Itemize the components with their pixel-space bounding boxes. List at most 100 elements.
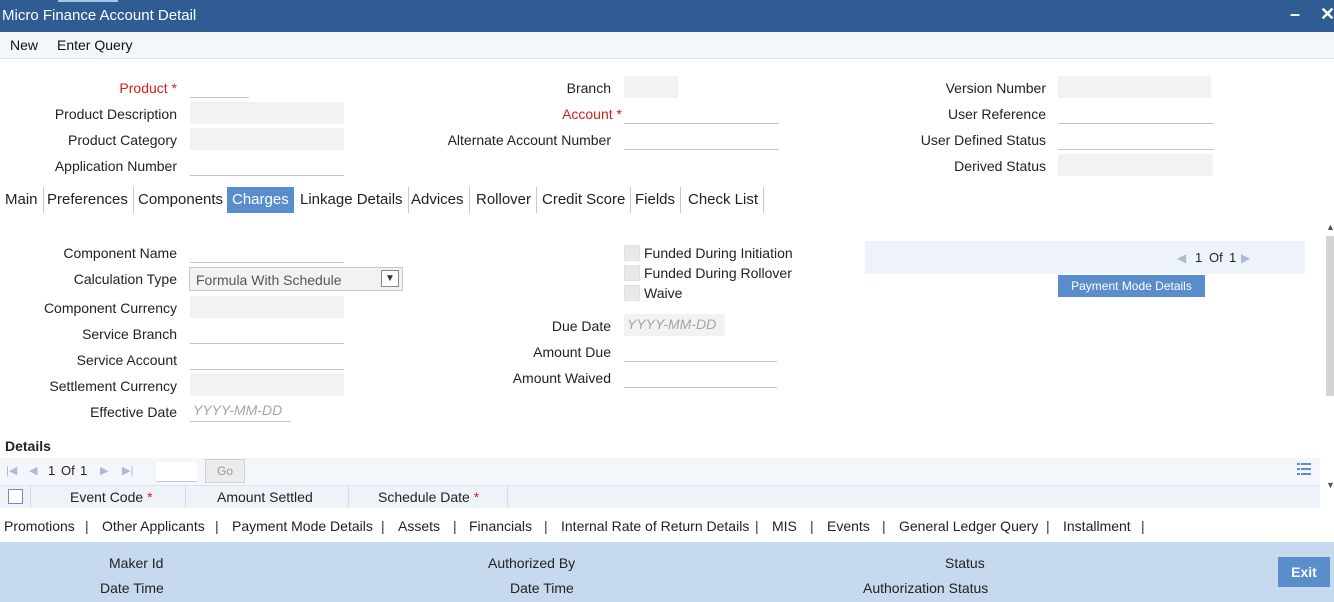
tab-fields[interactable]: Fields	[630, 187, 682, 213]
minimize-icon[interactable]: –	[1290, 4, 1300, 25]
tab-linkage-details[interactable]: Linkage Details	[295, 187, 409, 213]
grid-next-page-icon[interactable]: ▶	[100, 464, 108, 477]
first-page-icon[interactable]: |◀	[6, 464, 17, 477]
component-name-field[interactable]	[190, 241, 344, 263]
due-date-label: Due Date	[551, 318, 611, 334]
details-page-of: Of	[61, 463, 75, 478]
product-label: Product *	[119, 80, 177, 96]
product-description-field	[190, 102, 344, 124]
column-settings-icon[interactable]	[1297, 462, 1311, 476]
charges-page-of: Of	[1209, 250, 1223, 265]
close-icon[interactable]: ✕	[1320, 4, 1334, 25]
tab-preferences[interactable]: Preferences	[42, 187, 134, 213]
funded-rollover-checkbox[interactable]	[624, 265, 640, 281]
menu-new[interactable]: New	[10, 37, 38, 53]
details-page-current: 1	[48, 463, 56, 478]
component-currency-label: Component Currency	[43, 300, 177, 316]
waive-checkbox[interactable]	[624, 285, 640, 301]
link-separator: |	[381, 518, 385, 534]
scrollbar-thumb[interactable]	[1326, 236, 1334, 396]
user-defined-status-field[interactable]	[1058, 128, 1214, 150]
next-page-icon[interactable]: ▶	[1241, 251, 1250, 265]
link-payment-mode-details[interactable]: Payment Mode Details	[232, 518, 373, 534]
tab-credit-score[interactable]: Credit Score	[537, 187, 632, 213]
product-category-label: Product Category	[68, 132, 177, 148]
vertical-scrollbar[interactable]: ▲ ▼	[1326, 222, 1334, 512]
column-event-code[interactable]: Event Code *	[70, 489, 153, 505]
previous-page-icon[interactable]: ◀	[1177, 251, 1186, 265]
link-general-ledger-query[interactable]: General Ledger Query	[899, 518, 1038, 534]
details-page-total: 1	[80, 463, 88, 478]
payment-mode-details-button[interactable]: Payment Mode Details	[1058, 275, 1205, 297]
link-assets[interactable]: Assets	[398, 518, 440, 534]
exit-button[interactable]: Exit	[1278, 557, 1330, 587]
funded-rollover-label: Funded During Rollover	[644, 265, 792, 281]
go-to-page-input[interactable]	[156, 462, 197, 482]
link-events[interactable]: Events	[827, 518, 870, 534]
bottom-link-bar: Promotions | Other Applicants | Payment …	[0, 512, 1334, 540]
amount-due-label: Amount Due	[533, 344, 611, 360]
checker-date-time-label: Date Time	[510, 580, 574, 596]
calculation-type-select[interactable]: Formula With Schedule ▼	[189, 267, 403, 291]
derived-status-label: Derived Status	[954, 158, 1046, 174]
maker-date-time-label: Date Time	[100, 580, 164, 596]
charges-page-current: 1	[1195, 250, 1203, 265]
last-page-icon[interactable]: ▶|	[122, 464, 133, 477]
user-reference-field[interactable]	[1058, 102, 1214, 124]
product-field[interactable]	[190, 76, 249, 98]
effective-date-field[interactable]: YYYY-MM-DD	[190, 400, 291, 422]
link-separator: |	[453, 518, 457, 534]
service-account-field[interactable]	[190, 348, 344, 370]
scroll-down-icon[interactable]: ▼	[1326, 480, 1334, 490]
link-separator: |	[1046, 518, 1050, 534]
column-divider	[185, 486, 186, 508]
alternate-account-field[interactable]	[624, 128, 779, 150]
tab-advices[interactable]: Advices	[406, 187, 470, 213]
scroll-up-icon[interactable]: ▲	[1326, 222, 1334, 232]
column-amount-settled[interactable]: Amount Settled	[217, 489, 313, 505]
window-title-bar: Micro Finance Account Detail – ✕	[0, 0, 1334, 32]
tab-components[interactable]: Components	[133, 187, 230, 213]
settlement-currency-field	[190, 374, 344, 396]
application-number-field[interactable]	[190, 154, 344, 176]
link-irr-details[interactable]: Internal Rate of Return Details	[561, 518, 749, 534]
product-description-label: Product Description	[54, 106, 177, 122]
link-mis[interactable]: MIS	[772, 518, 797, 534]
product-category-field	[190, 128, 344, 150]
charges-pagination: ◀ 1 Of 1 ▶	[865, 241, 1305, 274]
link-separator: |	[810, 518, 814, 534]
link-other-applicants[interactable]: Other Applicants	[102, 518, 205, 534]
link-installment[interactable]: Installment	[1063, 518, 1131, 534]
account-field[interactable]	[624, 102, 779, 124]
column-divider	[507, 486, 508, 508]
amount-due-field[interactable]	[624, 340, 777, 362]
branch-field	[624, 76, 678, 98]
tab-check-list[interactable]: Check List	[683, 187, 765, 213]
service-branch-label: Service Branch	[82, 326, 177, 342]
service-branch-field[interactable]	[190, 322, 344, 344]
amount-waived-field[interactable]	[624, 366, 777, 388]
tab-charges[interactable]: Charges	[227, 187, 294, 213]
link-separator: |	[215, 518, 219, 534]
details-grid-toolbar: |◀ ◀ 1 Of 1 ▶ ▶| Go	[0, 458, 1320, 485]
tab-main[interactable]: Main	[0, 187, 44, 213]
funded-initiation-checkbox[interactable]	[624, 245, 640, 261]
component-currency-field	[190, 296, 344, 318]
branch-label: Branch	[566, 80, 611, 96]
menu-enter-query[interactable]: Enter Query	[57, 37, 132, 53]
amount-waived-label: Amount Waived	[512, 370, 611, 386]
user-reference-label: User Reference	[947, 106, 1046, 122]
authorization-status-label: Authorization Status	[863, 580, 989, 596]
details-grid-header: Event Code * Amount Settled Schedule Dat…	[0, 485, 1320, 508]
link-promotions[interactable]: Promotions	[4, 518, 75, 534]
grid-previous-page-icon[interactable]: ◀	[29, 464, 37, 477]
go-button[interactable]: Go	[205, 459, 245, 483]
chevron-down-icon[interactable]: ▼	[381, 270, 399, 287]
column-schedule-date[interactable]: Schedule Date *	[378, 489, 479, 505]
select-all-checkbox[interactable]	[8, 489, 23, 504]
column-divider	[348, 486, 349, 508]
derived-status-field	[1058, 154, 1213, 176]
due-date-placeholder: YYYY-MM-DD	[627, 316, 717, 332]
link-financials[interactable]: Financials	[469, 518, 532, 534]
tab-rollover[interactable]: Rollover	[471, 187, 538, 213]
